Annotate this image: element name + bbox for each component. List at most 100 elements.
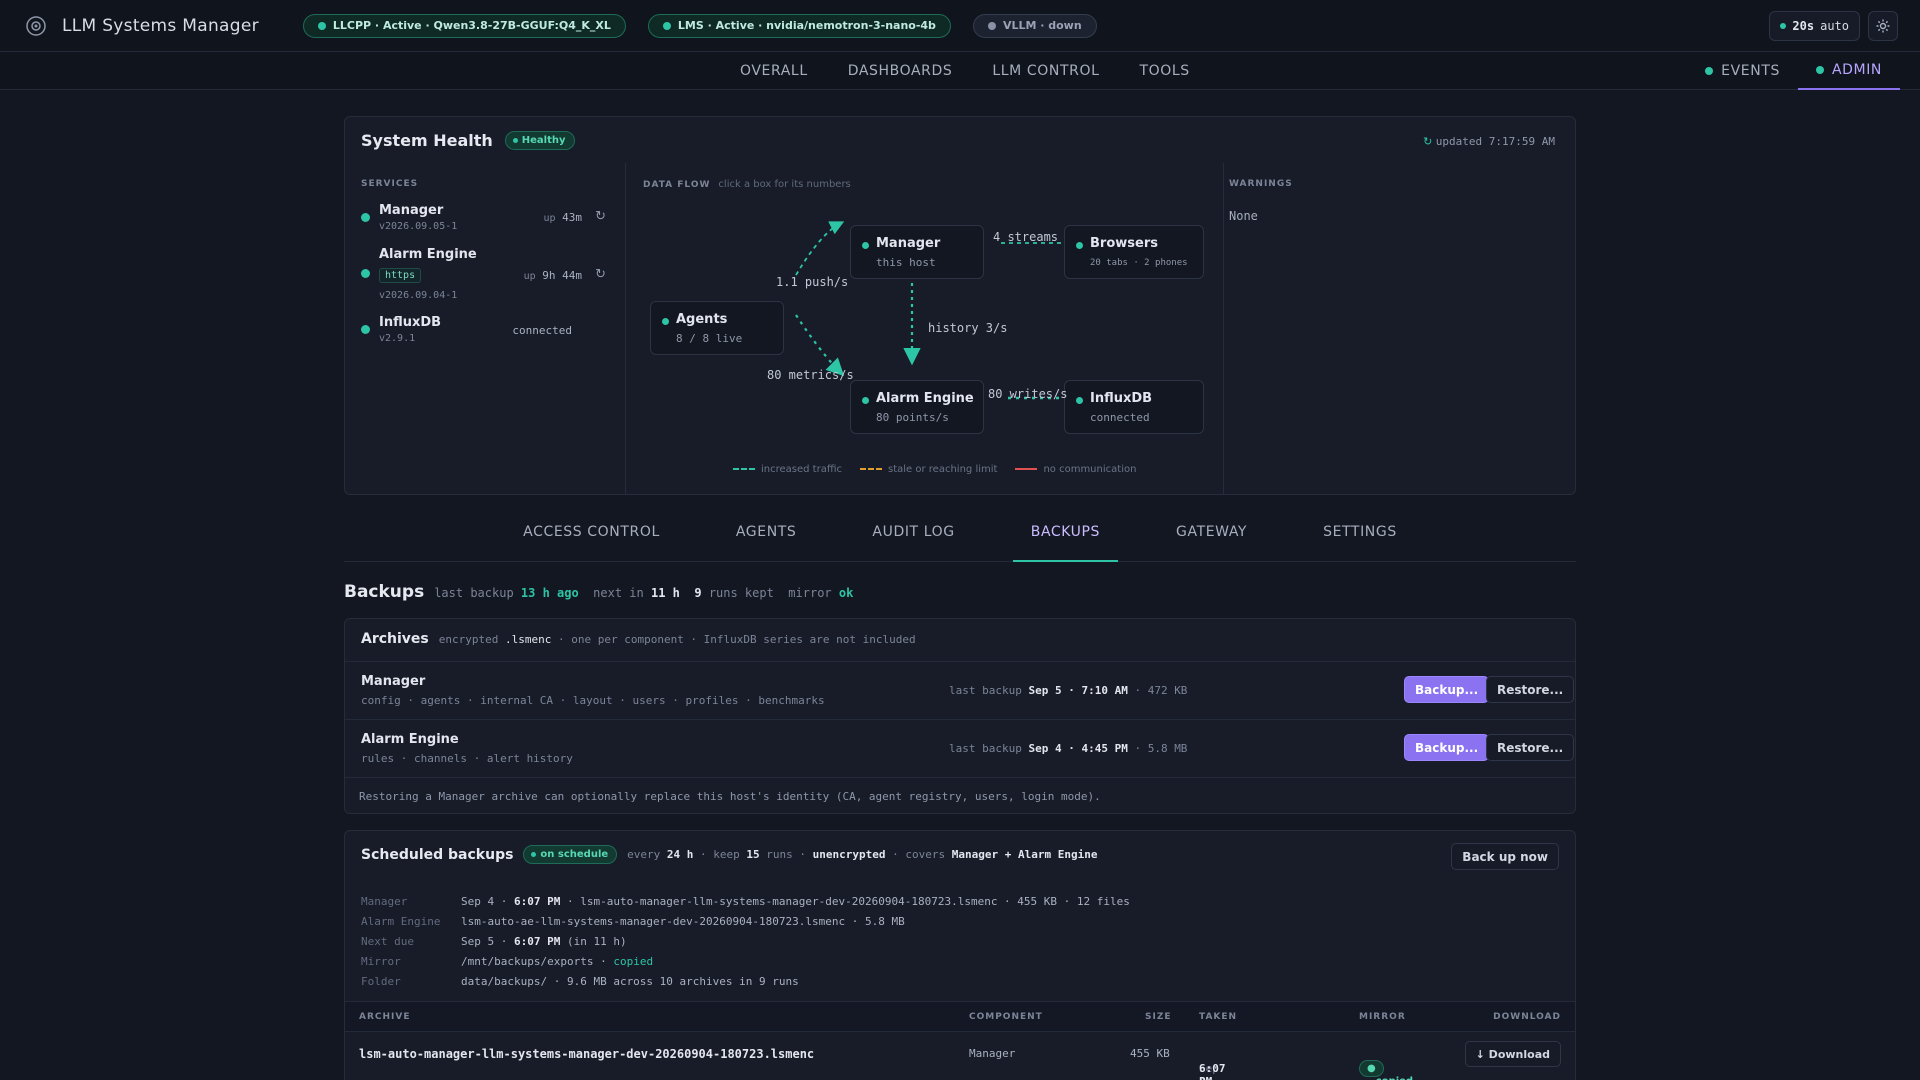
column-header-mirror: MIRROR <box>1359 1012 1406 1022</box>
detail-rest: · lsm-auto-manager-llm-systems-manager-d… <box>566 895 1130 908</box>
tab-gateway[interactable]: GATEWAY <box>1158 512 1265 562</box>
updated-timestamp: ↻ updated 7:17:59 AM <box>1423 135 1555 148</box>
detail-rest: (in 11 h) <box>566 935 627 948</box>
archives-panel: Archives encrypted .lsmenc · one per com… <box>344 618 1576 814</box>
status-dot-icon <box>662 318 669 325</box>
restore-button[interactable]: Restore... <box>1486 676 1575 703</box>
nav-llm-control[interactable]: LLM CONTROL <box>992 63 1099 79</box>
detail-value: data/backups/ · 9.6 MB across 10 archive… <box>461 975 799 988</box>
archive-contents: rules · channels · alert history <box>361 752 573 765</box>
last-label: last backup <box>949 684 1022 697</box>
node-name: InfluxDB <box>1090 391 1153 406</box>
detail-value: lsm-auto-ae-llm-systems-manager-dev-2026… <box>461 915 905 928</box>
status-pill-lms[interactable]: LMS · Active · nvidia/nemotron-3-nano-4b <box>647 13 951 38</box>
last-backup-label: last backup <box>434 586 514 600</box>
status-dot-icon <box>512 138 518 143</box>
runs-label: runs · <box>766 848 807 861</box>
node-sub: 8 / 8 live <box>676 332 743 345</box>
uptime-value: 9h 44m <box>542 269 582 282</box>
uptime-prefix: up <box>523 271 536 282</box>
tab-access-control[interactable]: ACCESS CONTROL <box>505 512 678 562</box>
keep-label: · keep <box>700 848 740 861</box>
covers-label: · covers <box>892 848 946 861</box>
schedule-status-badge: on schedule <box>523 845 618 864</box>
node-sub: connected <box>1090 411 1150 424</box>
status-dot-icon <box>531 852 537 857</box>
detail-key: Mirror <box>361 955 401 968</box>
flow-node-alarm-engine[interactable]: Alarm Engine 80 points/s <box>850 380 984 434</box>
restart-icon[interactable]: ↻ <box>595 267 606 282</box>
status-pill-vllm[interactable]: VLLM · down <box>972 13 1097 38</box>
archive-name: Alarm Engine <box>361 732 459 747</box>
flow-node-agents[interactable]: Agents 8 / 8 live <box>650 301 784 355</box>
runs-kept-label: runs kept <box>708 586 774 600</box>
settings-button[interactable] <box>1868 11 1898 41</box>
next-label: next in <box>593 586 644 600</box>
archive-name: Manager <box>361 674 426 689</box>
restore-button[interactable]: Restore... <box>1486 734 1575 761</box>
health-status-badge: Healthy <box>504 131 575 150</box>
system-health-title: System Health <box>361 131 493 150</box>
service-manager: Manager v2026.09.05-1 up 43m ↻ <box>361 203 606 237</box>
backup-button[interactable]: Backup... <box>1404 676 1490 703</box>
flow-node-manager[interactable]: Manager this host <box>850 225 984 279</box>
column-header-download: DOWNLOAD <box>1493 1012 1561 1022</box>
status-dot-icon <box>361 213 370 222</box>
meta-ext: .lsmenc <box>505 633 552 646</box>
restore-note: Restoring a Manager archive can optional… <box>345 777 1575 815</box>
tab-settings[interactable]: SETTINGS <box>1305 512 1415 562</box>
back-up-now-button[interactable]: Back up now <box>1451 843 1559 870</box>
nav-events[interactable]: EVENTS <box>1687 52 1798 90</box>
flow-label-metrics: 80 metrics/s <box>767 368 854 382</box>
node-sub: 80 points/s <box>876 411 949 424</box>
table-row: lsm-auto-manager-llm-systems-manager-dev… <box>345 1031 1575 1080</box>
service-version: v2.9.1 <box>379 333 416 344</box>
node-sub: 20 tabs · 2 phones <box>1090 258 1188 268</box>
legend-swatch <box>860 468 883 470</box>
nav-overall[interactable]: OVERALL <box>740 63 808 79</box>
flow-node-browsers[interactable]: Browsers 20 tabs · 2 phones <box>1064 225 1204 279</box>
legend-stale: stale or reaching limit <box>860 464 997 475</box>
warnings-label: WARNINGS <box>1229 179 1293 189</box>
archive-size: · 5.8 MB <box>1134 742 1188 755</box>
app-logo-icon <box>24 14 48 38</box>
detail-folder: Folder data/backups/ · 9.6 MB across 10 a… <box>361 975 799 988</box>
detail-value: Sep 4 · 6:07 PM · lsm-auto-manager-llm-s… <box>461 895 1130 908</box>
runs-kept-count: 9 <box>694 586 702 600</box>
restart-icon[interactable]: ↻ <box>595 209 606 224</box>
status-dot-icon <box>662 21 671 30</box>
backup-button[interactable]: Backup... <box>1404 734 1490 761</box>
tab-backups[interactable]: BACKUPS <box>1012 512 1119 562</box>
schedule-meta: every 24 h · keep 15 runs · unencrypted … <box>627 848 1097 861</box>
tab-agents[interactable]: AGENTS <box>718 512 815 562</box>
flow-node-influxdb[interactable]: InfluxDB connected <box>1064 380 1204 434</box>
status-dot-icon <box>862 397 869 404</box>
covers-value: Manager + Alarm Engine <box>951 848 1098 861</box>
nav-admin-label: ADMIN <box>1831 62 1882 78</box>
archives-title: Archives <box>361 631 429 647</box>
main-nav: OVERALL DASHBOARDS LLM CONTROL TOOLS EVE… <box>0 52 1920 90</box>
status-pill-llcpp[interactable]: LLCPP · Active · Qwen3.8-27B-GGUF:Q4_K_X… <box>302 13 626 38</box>
auto-refresh-button[interactable]: 20s auto <box>1769 11 1860 41</box>
backups-header: Backups last backup 13 h ago next in 11 … <box>344 582 853 602</box>
nav-dashboards[interactable]: DASHBOARDS <box>848 63 953 79</box>
download-button[interactable]: ↓ Download <box>1464 1041 1561 1067</box>
nav-events-label: EVENTS <box>1721 63 1780 79</box>
mirror-label: mirror <box>788 586 832 600</box>
cell-archive: lsm-auto-manager-llm-systems-manager-dev… <box>359 1047 815 1061</box>
detail-next-due: Next due Sep 5 · 6:07 PM (in 11 h) <box>361 935 627 948</box>
status-dot-icon <box>317 21 326 30</box>
legend-no-communication: no communication <box>1015 464 1136 475</box>
page-title: Backups <box>344 582 425 602</box>
column-header-size: SIZE <box>1145 1012 1172 1022</box>
admin-tabs: ACCESS CONTROL AGENTS AUDIT LOG BACKUPS … <box>344 512 1576 562</box>
nav-tools[interactable]: TOOLS <box>1139 63 1189 79</box>
flow-label-history: history 3/s <box>928 321 1008 335</box>
pill-label: LMS · Active · nvidia/nemotron-3-nano-4b <box>677 19 936 32</box>
uptime-value: 43m <box>562 211 582 224</box>
meta-rest: · one per component · InfluxDB series ar… <box>557 633 916 646</box>
service-version: v2026.09.04-1 <box>379 290 458 301</box>
archive-contents: config · agents · internal CA · layout ·… <box>361 694 825 707</box>
tab-audit-log[interactable]: AUDIT LOG <box>854 512 972 562</box>
nav-admin[interactable]: ADMIN <box>1797 52 1900 90</box>
